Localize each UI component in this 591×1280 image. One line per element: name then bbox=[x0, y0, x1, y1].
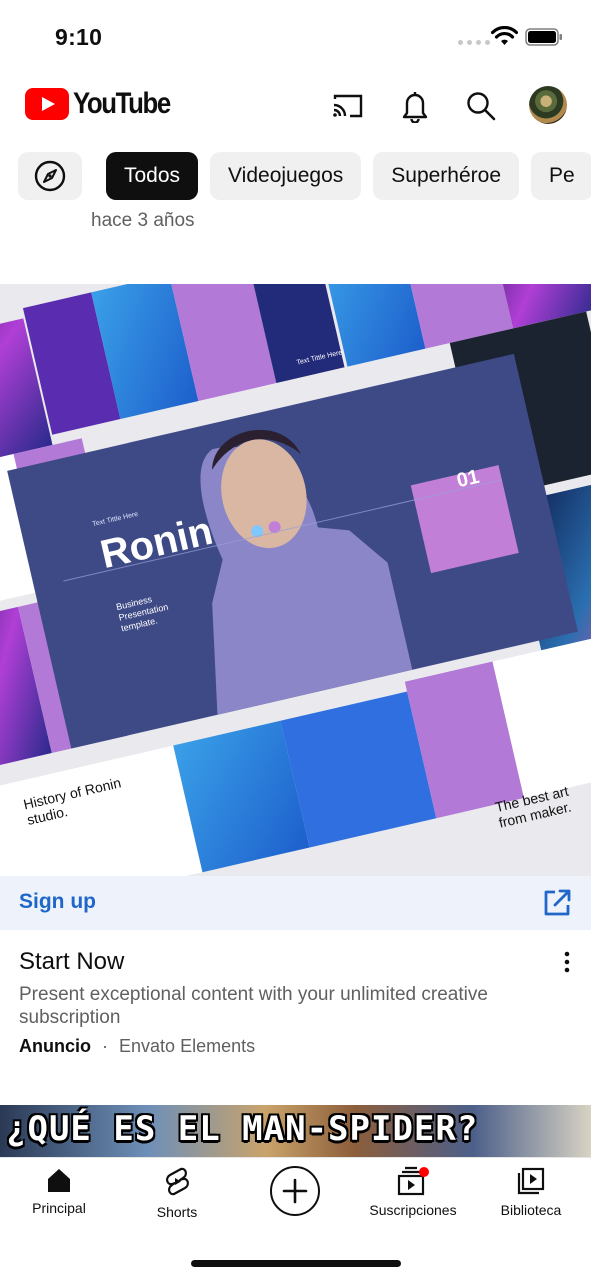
next-video-title: ¿QUÉ ES EL MAN-SPIDER? bbox=[6, 1109, 479, 1149]
category-chips: Todos Videojuegos Superhéroe Pe bbox=[18, 152, 591, 200]
external-link-icon[interactable] bbox=[541, 887, 573, 919]
next-video-thumbnail[interactable]: ¿QUÉ ES EL MAN-SPIDER? bbox=[0, 1105, 591, 1157]
status-time: 9:10 bbox=[55, 24, 103, 50]
bell-icon[interactable] bbox=[397, 88, 433, 124]
more-vert-icon[interactable] bbox=[555, 948, 579, 976]
previous-video-meta: hace 3 años bbox=[91, 210, 195, 231]
nav-subscriptions-label: Suscripciones bbox=[369, 1202, 457, 1218]
ad-meta: Anuncio · Envato Elements bbox=[19, 1036, 255, 1057]
subscriptions-icon bbox=[397, 1166, 429, 1196]
ad-cta-bar[interactable]: Sign up bbox=[0, 876, 591, 930]
thumb-number: 01 bbox=[454, 465, 482, 493]
plus-icon bbox=[282, 1178, 308, 1204]
home-icon bbox=[48, 1169, 70, 1192]
nav-library-label: Biblioteca bbox=[500, 1202, 562, 1218]
app-header: YouTube bbox=[0, 72, 591, 142]
explore-chip[interactable] bbox=[18, 152, 82, 200]
chip-todos[interactable]: Todos bbox=[106, 152, 199, 200]
signup-link[interactable]: Sign up bbox=[19, 890, 96, 914]
ad-title[interactable]: Start Now bbox=[19, 948, 124, 976]
home-indicator bbox=[191, 1260, 401, 1267]
cast-icon[interactable] bbox=[330, 88, 366, 124]
create-button[interactable] bbox=[270, 1166, 320, 1216]
ad-thumbnail[interactable]: Ronin Text Tittle Here 01 Business Prese… bbox=[0, 284, 591, 876]
nav-subscriptions[interactable]: Suscripciones bbox=[358, 1166, 468, 1218]
nav-shorts-label: Shorts bbox=[156, 1204, 198, 1220]
chip-superheroe[interactable]: Superhéroe bbox=[373, 152, 520, 200]
compass-icon bbox=[34, 160, 66, 192]
status-bar: 9:10 bbox=[0, 0, 591, 72]
search-icon[interactable] bbox=[463, 88, 499, 124]
shorts-icon bbox=[166, 1167, 189, 1196]
ad-description: Present exceptional content with your un… bbox=[19, 984, 488, 1028]
youtube-logo-text: YouTube bbox=[73, 87, 171, 120]
nav-home-label: Principal bbox=[32, 1200, 86, 1216]
nav-library[interactable]: Biblioteca bbox=[476, 1166, 586, 1218]
chip-videojuegos[interactable]: Videojuegos bbox=[210, 152, 362, 200]
ad-advertiser: Envato Elements bbox=[119, 1036, 256, 1056]
library-icon bbox=[517, 1167, 545, 1195]
nav-home[interactable]: Principal bbox=[4, 1166, 114, 1216]
youtube-play-icon bbox=[25, 88, 69, 120]
signal-dots-icon bbox=[458, 40, 490, 45]
battery-icon bbox=[525, 28, 562, 46]
nav-shorts[interactable]: Shorts bbox=[122, 1166, 232, 1220]
ad-badge: Anuncio bbox=[19, 1036, 91, 1056]
wifi-icon bbox=[491, 26, 518, 45]
youtube-logo[interactable]: YouTube bbox=[25, 87, 186, 121]
ad-meta-separator: · bbox=[102, 1036, 109, 1056]
account-avatar[interactable] bbox=[529, 86, 567, 124]
chip-partial[interactable]: Pe bbox=[531, 152, 591, 200]
